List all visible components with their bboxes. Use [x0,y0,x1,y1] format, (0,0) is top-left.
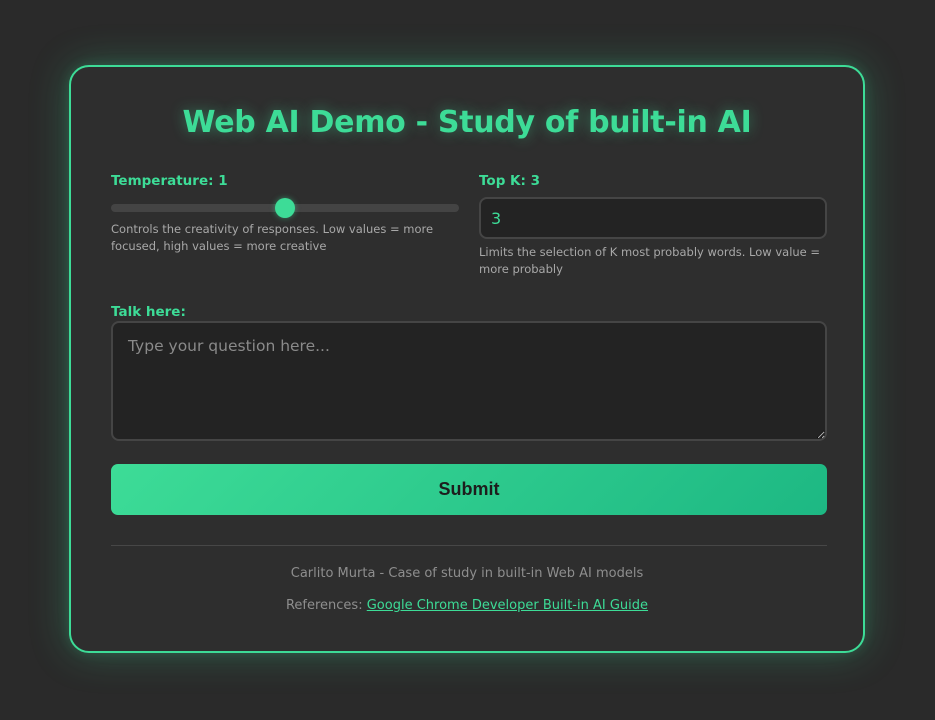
top-k-help: Limits the selection of K most probably … [479,245,821,276]
references-link[interactable]: Google Chrome Developer Built-in AI Guid… [367,598,648,613]
temperature-slider[interactable] [111,197,459,219]
main-card: Web AI Demo - Study of built-in AI Tempe… [69,65,865,653]
temperature-label: Temperature: 1 [111,173,228,189]
talk-label: Talk here: [111,304,186,320]
temperature-help: Controls the creativity of responses. Lo… [111,222,434,253]
footer-divider [111,545,827,546]
temperature-control: Temperature: 1 Controls the creativity o… [111,173,459,255]
top-k-input[interactable] [479,197,827,239]
submit-button[interactable]: Submit [111,464,827,515]
page-title: Web AI Demo - Study of built-in AI [182,105,752,140]
footer-references: References: Google Chrome Developer Buil… [71,598,863,613]
top-k-control: Top K: 3 Limits the selection of K most … [479,173,827,278]
references-prefix: References: [285,598,363,613]
footer-credit: Carlito Murta - Case of study in built-i… [290,566,644,581]
question-textarea[interactable] [111,321,827,441]
temperature-slider-thumb[interactable] [275,198,295,218]
top-k-label: Top K: 3 [479,173,541,189]
